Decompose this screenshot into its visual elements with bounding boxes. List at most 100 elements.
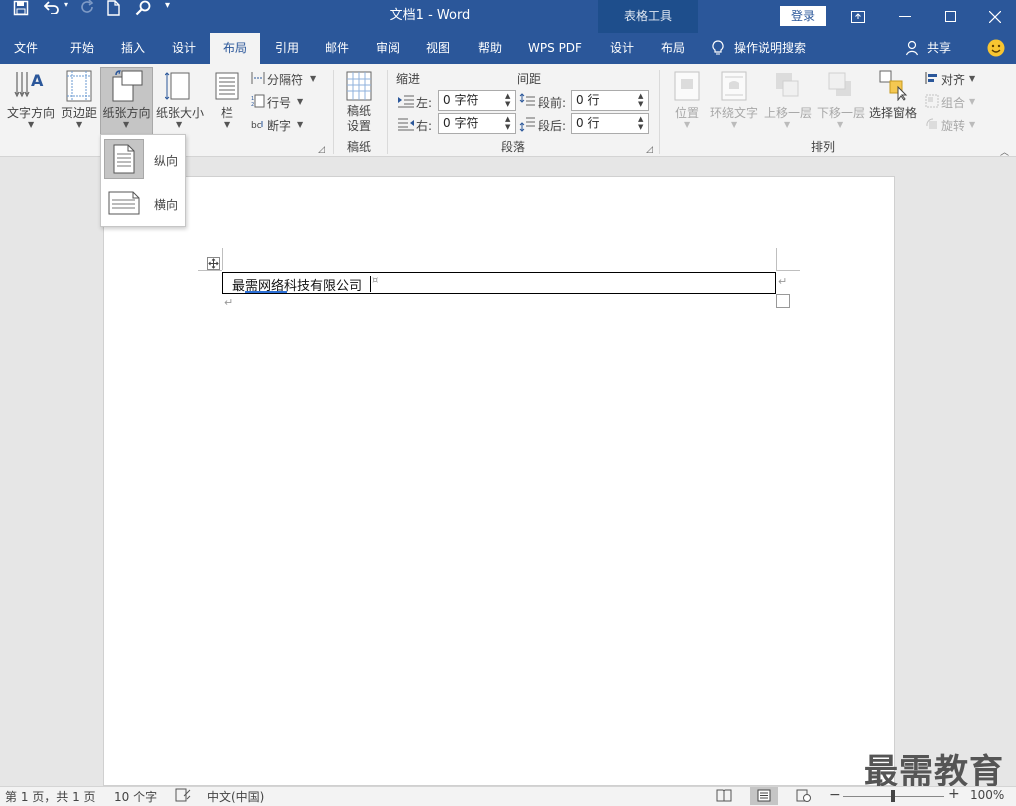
table-resize-handle[interactable]	[776, 294, 790, 308]
tab-view[interactable]: 视图	[414, 33, 462, 64]
customize-qat-icon[interactable]: ▾	[165, 0, 170, 11]
maximize-button[interactable]	[928, 0, 974, 33]
zoom-slider-thumb[interactable]	[891, 790, 895, 802]
manuscript-button-line1: 稿纸	[346, 104, 371, 118]
undo-dropdown-icon[interactable]: ▾	[64, 0, 76, 9]
manuscript-icon	[345, 71, 373, 101]
table-tools-label: 表格工具	[623, 9, 672, 23]
tab-review[interactable]: 审阅	[364, 33, 412, 64]
send-backward-icon	[827, 71, 853, 101]
breaks-caret: ▼	[310, 74, 317, 83]
wrap-text-icon	[721, 71, 747, 101]
table-move-handle-icon[interactable]	[207, 257, 220, 270]
print-layout-icon[interactable]	[757, 789, 771, 802]
hyphenation-icon: bc	[251, 117, 265, 131]
align-icon	[925, 71, 939, 85]
smiley-feedback-icon[interactable]	[987, 39, 1005, 57]
tab-table-layout[interactable]: 布局	[650, 33, 696, 64]
tab-help[interactable]: 帮助	[466, 33, 514, 64]
read-mode-icon[interactable]	[716, 789, 732, 802]
group-objects-caret: ▼	[969, 97, 976, 106]
hyphenation-button[interactable]: 断字	[267, 117, 291, 134]
indent-right-label: 右:	[416, 119, 433, 133]
tab-mailings[interactable]: 邮件	[314, 33, 360, 64]
spacing-after-icon	[519, 116, 535, 132]
zoom-in-button[interactable]: +	[948, 786, 960, 802]
zoom-out-button[interactable]: −	[829, 787, 841, 803]
spacing-before-icon	[519, 93, 535, 109]
ribbon-display-options-icon[interactable]	[835, 0, 881, 33]
tab-wps-pdf[interactable]: WPS PDF	[520, 33, 590, 64]
web-layout-icon[interactable]	[796, 789, 811, 802]
tab-layout[interactable]: 布局	[210, 33, 260, 64]
group-separator	[387, 70, 388, 154]
grammar-underline	[245, 291, 287, 293]
columns-button[interactable]: 栏	[214, 104, 240, 121]
word-count[interactable]: 10 个字	[114, 788, 157, 805]
indent-left-spinner[interactable]: ▲ ▼	[505, 92, 510, 108]
spacing-title: 间距	[517, 72, 542, 86]
position-icon	[674, 71, 700, 101]
page-setup-launcher-icon[interactable]: ◿	[318, 145, 325, 155]
zoom-level[interactable]: 100%	[970, 788, 1004, 802]
paragraph-mark: ↵	[224, 296, 234, 309]
breaks-icon	[251, 71, 265, 85]
paragraph-launcher-icon[interactable]: ◿	[646, 145, 653, 155]
minimize-button[interactable]	[882, 0, 928, 33]
save-icon[interactable]	[13, 0, 29, 16]
end-of-row-mark: ↵	[778, 275, 788, 288]
bring-forward-icon	[774, 71, 800, 101]
tab-file[interactable]: 文件	[4, 33, 48, 64]
landscape-option[interactable]: 横向	[154, 196, 178, 213]
manuscript-settings-button[interactable]: 稿纸 设置	[340, 104, 378, 134]
tab-references[interactable]: 引用	[264, 33, 310, 64]
breaks-button[interactable]: 分隔符	[267, 71, 303, 88]
text-cursor	[370, 276, 371, 292]
position-button: 位置	[674, 106, 699, 120]
selection-pane-button[interactable]: 选择窗格	[867, 104, 919, 121]
orientation-icon	[110, 69, 144, 103]
margins-caret: ▼	[76, 120, 83, 129]
share-button[interactable]: 共享	[922, 33, 956, 64]
orientation-caret: ▼	[123, 120, 130, 129]
tab-design[interactable]: 设计	[160, 33, 208, 64]
text-direction-button[interactable]: 文字方向	[6, 104, 56, 121]
rotate-button: 旋转	[941, 119, 966, 133]
tell-me-search[interactable]: 操作说明搜索	[734, 33, 818, 64]
rotate-caret: ▼	[969, 120, 976, 129]
collapse-ribbon-icon[interactable]: ︿	[1000, 145, 1009, 158]
new-document-icon[interactable]	[107, 0, 120, 16]
line-numbers-caret: ▼	[297, 97, 304, 106]
line-numbers-button[interactable]: 行号	[267, 94, 291, 111]
margins-icon	[66, 70, 92, 102]
document-title: 文档1 - Word	[389, 8, 471, 23]
size-button[interactable]: 纸张大小	[155, 104, 205, 121]
margins-button[interactable]: 页边距	[58, 104, 100, 121]
tab-home[interactable]: 开始	[58, 33, 106, 64]
portrait-icon	[113, 144, 135, 174]
language-indicator[interactable]: 中文(中国)	[207, 788, 264, 805]
spacing-before-spinner[interactable]: ▲ ▼	[638, 92, 643, 108]
close-button[interactable]	[974, 0, 1016, 33]
undo-icon[interactable]	[44, 0, 66, 14]
page-count[interactable]: 第 1 页，共 1 页	[5, 788, 96, 805]
orientation-label: 纸张方向	[102, 106, 151, 120]
spacing-after-spinner[interactable]: ▲ ▼	[638, 115, 643, 131]
group-objects-button: 组合	[941, 96, 966, 110]
group-separator	[333, 70, 334, 154]
position-caret: ▼	[684, 120, 691, 129]
manuscript-group-label: 稿纸	[346, 140, 371, 154]
find-icon[interactable]	[135, 0, 151, 16]
align-button[interactable]: 对齐	[941, 71, 965, 88]
sign-in-button[interactable]: 登录	[780, 6, 826, 26]
text-direction-icon: A	[14, 70, 48, 102]
arrange-group-label: 排列	[810, 140, 835, 154]
indent-right-icon	[398, 117, 414, 131]
tab-insert[interactable]: 插入	[110, 33, 156, 64]
portrait-option[interactable]: 纵向	[154, 152, 178, 169]
svg-text:A: A	[31, 71, 44, 90]
indent-right-spinner[interactable]: ▲ ▼	[505, 115, 510, 131]
indent-title: 缩进	[396, 72, 421, 86]
proofing-icon[interactable]	[175, 788, 191, 802]
tab-table-design[interactable]: 设计	[600, 33, 644, 64]
